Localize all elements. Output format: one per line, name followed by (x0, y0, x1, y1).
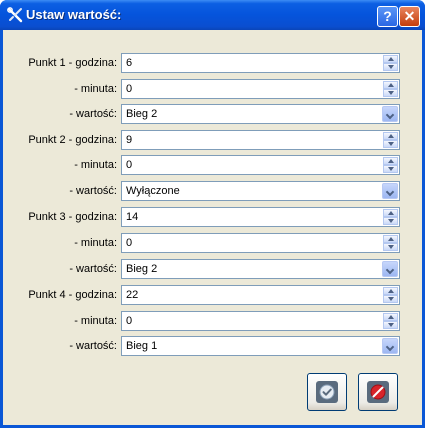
field-label: - wartość: (69, 185, 117, 197)
window-title: Ustaw wartość: (26, 7, 122, 22)
spin-down-icon[interactable] (383, 89, 398, 97)
row-p2-hour: Punkt 2 - godzina: 9 (3, 130, 422, 152)
spin-down-icon[interactable] (383, 165, 398, 173)
field-value: 0 (126, 159, 133, 171)
field-label: - minuta: (74, 159, 117, 171)
spin-up-icon[interactable] (383, 132, 398, 140)
field-label: - wartość: (69, 108, 117, 120)
row-p1-minute: - minuta: 0 (3, 79, 422, 101)
ok-button[interactable] (307, 373, 347, 411)
chevron-down-icon[interactable] (382, 338, 398, 354)
spin-buttons[interactable] (383, 313, 398, 329)
p3-value-select[interactable]: Bieg 2 (121, 259, 400, 279)
field-value: 0 (126, 83, 133, 95)
spin-up-icon[interactable] (383, 81, 398, 89)
spin-up-icon[interactable] (383, 157, 398, 165)
cancel-icon (370, 384, 386, 400)
field-label: - wartość: (69, 263, 117, 275)
spin-buttons[interactable] (383, 209, 398, 225)
spin-buttons[interactable] (383, 287, 398, 303)
ok-icon-frame (316, 381, 338, 403)
p1-value-select[interactable]: Bieg 2 (121, 104, 400, 124)
spin-buttons[interactable] (383, 132, 398, 148)
chevron-down-icon[interactable] (382, 183, 398, 199)
p3-minute-spinner[interactable]: 0 (121, 233, 400, 253)
row-p4-minute: - minuta: 0 (3, 311, 422, 333)
p4-value-select[interactable]: Bieg 1 (121, 336, 400, 356)
p3-hour-spinner[interactable]: 14 (121, 207, 400, 227)
field-value: Bieg 2 (126, 108, 158, 120)
row-p4-hour: Punkt 4 - godzina: 22 (3, 285, 422, 307)
p4-hour-spinner[interactable]: 22 (121, 285, 400, 305)
spin-down-icon[interactable] (383, 243, 398, 251)
field-value: 22 (126, 289, 139, 301)
field-value: 6 (126, 57, 133, 69)
spin-down-icon[interactable] (383, 295, 398, 303)
chevron-down-icon[interactable] (382, 261, 398, 277)
field-label: - minuta: (74, 315, 117, 327)
row-p1-hour: Punkt 1 - godzina: 6 (3, 53, 422, 75)
field-value: 0 (126, 237, 133, 249)
cancel-icon-frame (367, 381, 389, 403)
row-p2-value: - wartość: Wyłączone (3, 181, 422, 203)
p2-minute-spinner[interactable]: 0 (121, 155, 400, 175)
spin-buttons[interactable] (383, 81, 398, 97)
field-label: - wartość: (69, 340, 117, 352)
row-p3-hour: Punkt 3 - godzina: 14 (3, 207, 422, 229)
spin-down-icon[interactable] (383, 63, 398, 71)
dialog-body: Punkt 1 - godzina: 6 - minuta: 0 - warto… (3, 30, 422, 425)
field-label: Punkt 1 - godzina: (28, 57, 117, 69)
p2-hour-spinner[interactable]: 9 (121, 130, 400, 150)
dialog-window: Ustaw wartość: ? ✕ Punkt 1 - godzina: 6 … (0, 0, 425, 428)
p1-minute-spinner[interactable]: 0 (121, 79, 400, 99)
check-icon (319, 384, 335, 400)
field-label: Punkt 3 - godzina: (28, 211, 117, 223)
field-value: 14 (126, 211, 139, 223)
title-bar[interactable]: Ustaw wartość: ? ✕ (0, 0, 425, 30)
spin-up-icon[interactable] (383, 313, 398, 321)
spin-buttons[interactable] (383, 157, 398, 173)
field-value: Wyłączone (126, 185, 180, 197)
row-p2-minute: - minuta: 0 (3, 155, 422, 177)
spin-up-icon[interactable] (383, 287, 398, 295)
cancel-button[interactable] (358, 373, 398, 411)
field-label: Punkt 4 - godzina: (28, 289, 117, 301)
field-label: Punkt 2 - godzina: (28, 134, 117, 146)
row-p4-value: - wartość: Bieg 1 (3, 336, 422, 358)
close-button[interactable]: ✕ (399, 6, 420, 27)
field-label: - minuta: (74, 83, 117, 95)
spin-up-icon[interactable] (383, 209, 398, 217)
tools-icon (7, 7, 23, 23)
p2-value-select[interactable]: Wyłączone (121, 181, 400, 201)
spin-up-icon[interactable] (383, 55, 398, 63)
field-value: 0 (126, 315, 133, 327)
field-value: 9 (126, 134, 133, 146)
spin-buttons[interactable] (383, 235, 398, 251)
row-p1-value: - wartość: Bieg 2 (3, 104, 422, 126)
spin-up-icon[interactable] (383, 235, 398, 243)
chevron-down-icon[interactable] (382, 106, 398, 122)
row-p3-value: - wartość: Bieg 2 (3, 259, 422, 281)
spin-buttons[interactable] (383, 55, 398, 71)
p4-minute-spinner[interactable]: 0 (121, 311, 400, 331)
row-p3-minute: - minuta: 0 (3, 233, 422, 255)
help-button[interactable]: ? (377, 6, 398, 27)
field-label: - minuta: (74, 237, 117, 249)
p1-hour-spinner[interactable]: 6 (121, 53, 400, 73)
field-value: Bieg 2 (126, 263, 158, 275)
spin-down-icon[interactable] (383, 140, 398, 148)
spin-down-icon[interactable] (383, 321, 398, 329)
field-value: Bieg 1 (126, 340, 158, 352)
spin-down-icon[interactable] (383, 217, 398, 225)
